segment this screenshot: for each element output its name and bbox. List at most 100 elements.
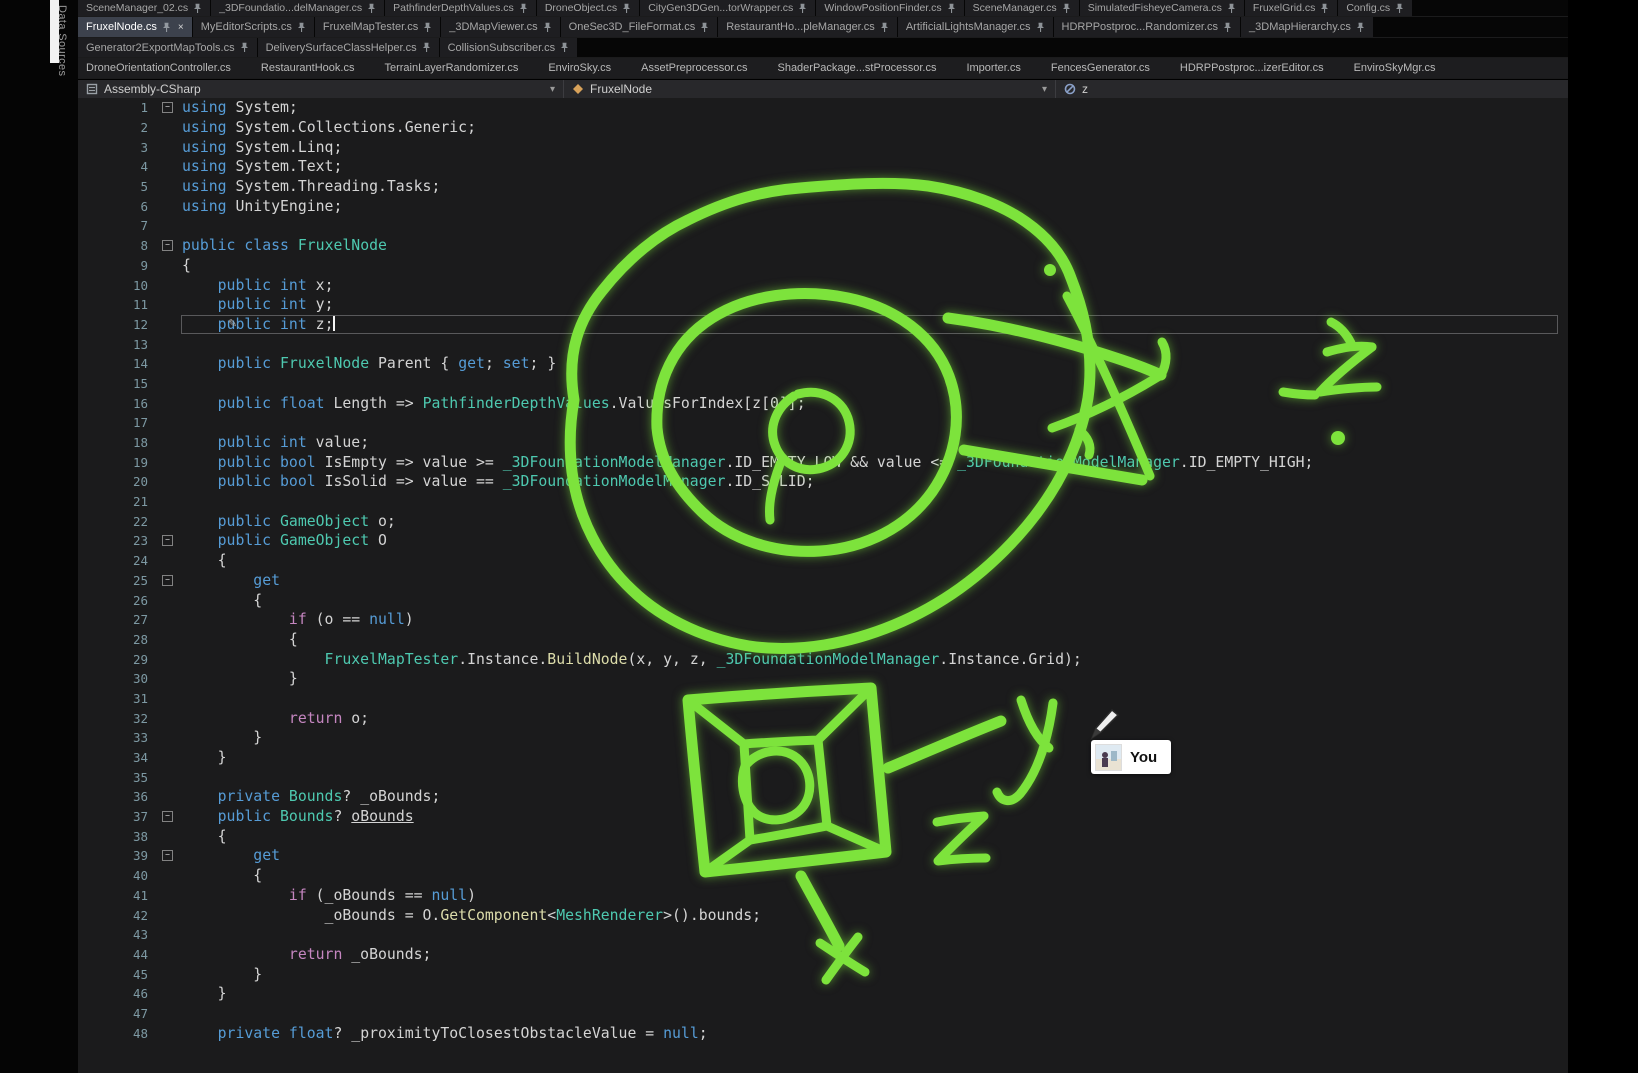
line-number[interactable]: 41 — [78, 888, 160, 903]
code-line-12[interactable]: ✎12 public int z; — [78, 315, 1568, 335]
line-number[interactable]: 39 — [78, 848, 160, 863]
tab-Generator2ExportMapTools.cs[interactable]: Generator2ExportMapTools.cs — [78, 38, 257, 57]
line-number[interactable]: 37 — [78, 809, 160, 824]
pin-icon[interactable] — [1227, 3, 1236, 14]
code-line-28[interactable]: 28 { — [78, 630, 1568, 650]
code-line-33[interactable]: 33 } — [78, 728, 1568, 748]
code-line-23[interactable]: 23− public GameObject O — [78, 531, 1568, 551]
code-line-5[interactable]: 5using System.Threading.Tasks; — [78, 177, 1568, 197]
tab-_3DMapViewer.cs[interactable]: _3DMapViewer.cs — [441, 17, 559, 37]
tab-HDRPPostproc...izerEditor.cs[interactable]: HDRPPostproc...izerEditor.cs — [1180, 58, 1324, 78]
code-line-43[interactable]: 43 — [78, 925, 1568, 945]
line-number[interactable]: 14 — [78, 356, 160, 371]
code-line-27[interactable]: 27 if (o == null) — [78, 610, 1568, 630]
code-line-41[interactable]: 41 if (_oBounds == null) — [78, 886, 1568, 906]
pin-icon[interactable] — [162, 22, 171, 33]
tab-Importer.cs[interactable]: Importer.cs — [966, 58, 1020, 78]
code-line-9[interactable]: 9{ — [78, 256, 1568, 276]
tab-TerrainLayerRandomizer.cs[interactable]: TerrainLayerRandomizer.cs — [384, 58, 518, 78]
code-line-6[interactable]: 6using UnityEngine; — [78, 196, 1568, 216]
tab-CollisionSubscriber.cs[interactable]: CollisionSubscriber.cs — [440, 38, 578, 57]
pin-icon[interactable] — [422, 42, 431, 53]
line-number[interactable]: 29 — [78, 652, 160, 667]
code-line-25[interactable]: 25− get — [78, 571, 1568, 591]
data-sources-tab[interactable]: Data Sources — [56, 5, 68, 76]
pin-icon[interactable] — [297, 22, 306, 33]
line-number[interactable]: 11 — [78, 297, 160, 312]
line-number[interactable]: 21 — [78, 494, 160, 509]
line-number[interactable]: 6 — [78, 199, 160, 214]
line-number[interactable]: 48 — [78, 1026, 160, 1041]
code-line-18[interactable]: 18 public int value; — [78, 433, 1568, 453]
code-line-13[interactable]: 13 — [78, 334, 1568, 354]
line-number[interactable]: 38 — [78, 829, 160, 844]
fold-collapse-icon[interactable]: − — [162, 535, 173, 546]
pin-icon[interactable] — [1036, 22, 1045, 33]
line-number[interactable]: 1 — [78, 100, 160, 115]
fold-collapse-icon[interactable]: − — [162, 850, 173, 861]
pin-icon[interactable] — [947, 3, 956, 14]
line-number[interactable]: 4 — [78, 159, 160, 174]
pin-icon[interactable] — [700, 22, 709, 33]
line-number[interactable]: 35 — [78, 770, 160, 785]
code-line-36[interactable]: 36 private Bounds? _oBounds; — [78, 787, 1568, 807]
tab-FruxelGrid.cs[interactable]: FruxelGrid.cs — [1245, 0, 1337, 16]
close-icon[interactable]: × — [178, 22, 184, 33]
tab-FruxelNode.cs[interactable]: FruxelNode.cs× — [78, 17, 192, 37]
line-number[interactable]: 17 — [78, 415, 160, 430]
code-line-48[interactable]: 48 private float? _proximityToClosestObs… — [78, 1023, 1568, 1043]
tab-_3DMapHierarchy.cs[interactable]: _3DMapHierarchy.cs — [1241, 17, 1373, 37]
code-line-8[interactable]: 8−public class FruxelNode — [78, 236, 1568, 256]
line-number[interactable]: 13 — [78, 337, 160, 352]
tab-ArtificialLightsManager.cs[interactable]: ArtificialLightsManager.cs — [898, 17, 1053, 37]
member-dropdown[interactable]: z — [1056, 80, 1568, 98]
tab-FruxelMapTester.cs[interactable]: FruxelMapTester.cs — [315, 17, 440, 37]
code-line-31[interactable]: 31 — [78, 689, 1568, 709]
line-number[interactable]: 12 — [78, 317, 160, 332]
tab-SceneManager_02.cs[interactable]: SceneManager_02.cs — [78, 0, 210, 16]
code-line-40[interactable]: 40 { — [78, 866, 1568, 886]
code-line-45[interactable]: 45 } — [78, 964, 1568, 984]
line-number[interactable]: 20 — [78, 474, 160, 489]
pin-icon[interactable] — [519, 3, 528, 14]
line-number[interactable]: 30 — [78, 671, 160, 686]
tab-RestaurantHook.cs[interactable]: RestaurantHook.cs — [261, 58, 355, 78]
code-line-19[interactable]: 19 public bool IsEmpty => value >= _3DFo… — [78, 452, 1568, 472]
code-line-10[interactable]: 10 public int x; — [78, 275, 1568, 295]
code-line-3[interactable]: 3using System.Linq; — [78, 137, 1568, 157]
pin-icon[interactable] — [622, 3, 631, 14]
code-line-17[interactable]: 17 — [78, 413, 1568, 433]
code-line-47[interactable]: 47 — [78, 1004, 1568, 1024]
tab-FencesGenerator.cs[interactable]: FencesGenerator.cs — [1051, 58, 1150, 78]
line-number[interactable]: 45 — [78, 967, 160, 982]
line-number[interactable]: 18 — [78, 435, 160, 450]
tab-DeliverySurfaceClassHelper.cs[interactable]: DeliverySurfaceClassHelper.cs — [258, 38, 439, 57]
line-number[interactable]: 32 — [78, 711, 160, 726]
tab-RestaurantHo...pleManager.cs[interactable]: RestaurantHo...pleManager.cs — [718, 17, 897, 37]
tab-SceneManager.cs[interactable]: SceneManager.cs — [965, 0, 1079, 16]
code-line-15[interactable]: 15 — [78, 374, 1568, 394]
code-line-16[interactable]: 16 public float Length => PathfinderDept… — [78, 393, 1568, 413]
line-number[interactable]: 46 — [78, 986, 160, 1001]
tab-DroneOrientationController.cs[interactable]: DroneOrientationController.cs — [86, 58, 231, 78]
pin-icon[interactable] — [1395, 3, 1404, 14]
code-line-37[interactable]: 37− public Bounds? oBounds — [78, 807, 1568, 827]
line-number[interactable]: 3 — [78, 140, 160, 155]
line-number[interactable]: 7 — [78, 218, 160, 233]
tab-MyEditorScripts.cs[interactable]: MyEditorScripts.cs — [193, 17, 314, 37]
line-number[interactable]: 2 — [78, 120, 160, 135]
line-number[interactable]: 43 — [78, 927, 160, 942]
tab-HDRPPostproc...Randomizer.cs[interactable]: HDRPPostproc...Randomizer.cs — [1054, 17, 1241, 37]
pin-icon[interactable] — [1062, 3, 1071, 14]
code-line-2[interactable]: 2using System.Collections.Generic; — [78, 118, 1568, 138]
tab-PathfinderDepthValues.cs[interactable]: PathfinderDepthValues.cs — [385, 0, 536, 16]
line-number[interactable]: 22 — [78, 514, 160, 529]
line-number[interactable]: 10 — [78, 278, 160, 293]
line-number[interactable]: 25 — [78, 573, 160, 588]
code-line-34[interactable]: 34 } — [78, 748, 1568, 768]
project-dropdown[interactable]: Assembly-CSharp ▾ — [78, 80, 564, 98]
pin-icon[interactable] — [367, 3, 376, 14]
line-number[interactable]: 36 — [78, 789, 160, 804]
line-number[interactable]: 8 — [78, 238, 160, 253]
line-number[interactable]: 16 — [78, 396, 160, 411]
